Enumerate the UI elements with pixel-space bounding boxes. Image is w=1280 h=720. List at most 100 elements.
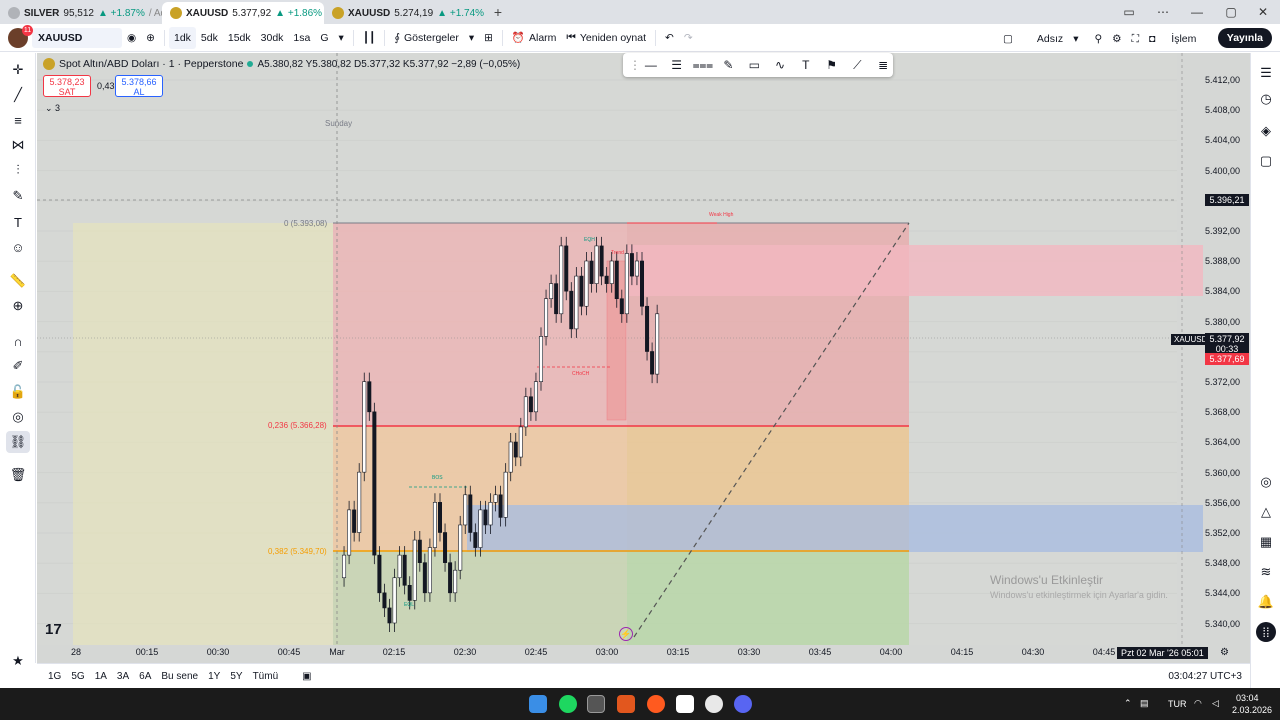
tradingview-icon[interactable]: [676, 695, 694, 713]
range-button[interactable]: 3A: [112, 671, 134, 682]
range-button[interactable]: 1Y: [203, 671, 225, 682]
new-tab-button[interactable]: +: [486, 4, 510, 20]
ideas-icon[interactable]: △: [1256, 502, 1276, 522]
replay-button[interactable]: ⏮ Yeniden oynat: [561, 27, 651, 49]
layout-icon[interactable]: ▢: [998, 28, 1018, 50]
emoji-icon[interactable]: ☺: [6, 236, 30, 258]
horizontal-line-icon[interactable]: —: [641, 58, 661, 72]
range-button[interactable]: 5Y: [225, 671, 247, 682]
chevron-down-icon[interactable]: ▾: [1068, 28, 1083, 50]
tradingview-logo[interactable]: 17: [45, 621, 62, 638]
trade-button[interactable]: İşlem: [1166, 28, 1201, 50]
brave-icon[interactable]: [647, 695, 665, 713]
chart-pane[interactable]: Spot Altın/ABD Doları · 1 · Pepperstone …: [37, 53, 1250, 663]
undo-icon[interactable]: ↶: [660, 27, 679, 49]
symbol-search[interactable]: XAUUSD: [32, 27, 122, 48]
brush-icon[interactable]: ⟋: [847, 58, 867, 73]
text-icon[interactable]: T: [796, 58, 816, 72]
ruler-icon[interactable]: 📏: [6, 270, 30, 292]
lock-icon[interactable]: 🔓: [6, 381, 30, 403]
link-icon[interactable]: ⛓: [6, 431, 30, 453]
rectangle-icon[interactable]: ▭: [744, 58, 764, 72]
range-button[interactable]: Tümü: [248, 671, 284, 682]
indicators-button[interactable]: ⨕ Göstergeler: [389, 27, 463, 49]
range-button[interactable]: 6A: [134, 671, 156, 682]
pen-icon[interactable]: ✎: [719, 58, 739, 72]
target-icon[interactable]: ◎: [1256, 472, 1276, 492]
app-icon[interactable]: [617, 695, 635, 713]
watchlist-icon[interactable]: ☰: [1256, 63, 1276, 83]
more-tools-icon[interactable]: ≣: [873, 58, 893, 72]
compare-add-icon[interactable]: ⊕: [141, 27, 160, 49]
taskbar-time[interactable]: 03:04: [1236, 693, 1259, 703]
alerts-clock-icon[interactable]: ◷: [1256, 89, 1276, 109]
volume-icon[interactable]: ◁: [1212, 698, 1219, 709]
interval-5m[interactable]: 5dk: [196, 27, 223, 49]
range-button[interactable]: 1G: [43, 671, 66, 682]
watch-icon[interactable]: ◉: [122, 27, 141, 49]
settings-icon[interactable]: ⚙: [1107, 28, 1126, 50]
layout-name[interactable]: Adsız: [1032, 28, 1068, 50]
indicators-toggle[interactable]: ⌄ 3: [45, 103, 60, 114]
utc-clock[interactable]: 03:04:27 UTC+3: [1168, 671, 1242, 682]
chevron-down-icon[interactable]: ▾: [334, 27, 349, 49]
fullscreen-icon[interactable]: ⛶: [1127, 28, 1144, 50]
network-icon[interactable]: ▤: [1140, 698, 1149, 709]
text-tool-icon[interactable]: T: [6, 211, 30, 233]
interval-30m[interactable]: 30dk: [256, 27, 289, 49]
settings-icon[interactable]: ⚙: [1220, 647, 1229, 658]
trendline-icon[interactable]: ╱: [6, 84, 30, 106]
browser-tab-silver[interactable]: SILVER 95,512 ▲ +1.87% / Ad: [0, 2, 162, 24]
go-to-date-icon[interactable]: ▣: [297, 671, 316, 682]
split-view-icon[interactable]: ▭: [1112, 0, 1146, 24]
browser-tab-xauusd-1[interactable]: XAUUSD 5.377,92 ▲ +1.86% ✕: [162, 2, 324, 24]
spotify-icon[interactable]: [559, 695, 577, 713]
forecast-tool-icon[interactable]: ⫶: [6, 159, 30, 181]
flash-icon[interactable]: ⚡: [619, 627, 633, 641]
tradingview-app-icon[interactable]: [587, 695, 605, 713]
browser-tab-xauusd-2[interactable]: XAUUSD 5.274,19 ▲ +1.74% ✕: [324, 2, 486, 24]
taskbar-date[interactable]: 2.03.2026: [1232, 705, 1272, 715]
legend-title[interactable]: Spot Altın/ABD Doları · 1 · Pepperstone: [59, 58, 243, 70]
windows-start-icon[interactable]: [529, 695, 547, 713]
stay-drawing-icon[interactable]: ✐: [6, 355, 30, 377]
stream-icon[interactable]: ≋: [1256, 562, 1276, 582]
eye-icon[interactable]: ◎: [6, 406, 30, 428]
tray-chevron-icon[interactable]: ⌃: [1124, 698, 1132, 709]
layers-icon[interactable]: ◈: [1256, 121, 1276, 141]
discord-icon[interactable]: [734, 695, 752, 713]
parallel-channel-icon[interactable]: ⩶: [693, 58, 714, 73]
maximize-button[interactable]: ▢: [1214, 0, 1248, 24]
pattern-tool-icon[interactable]: ⋈: [6, 134, 30, 156]
app-icon[interactable]: [705, 695, 723, 713]
fib-tool-icon[interactable]: ≡: [6, 109, 30, 131]
chevron-down-icon[interactable]: ▾: [464, 27, 479, 49]
wifi-icon[interactable]: ◠: [1194, 698, 1202, 709]
minimize-button[interactable]: —: [1180, 0, 1214, 24]
sell-button[interactable]: 5.378,23 SAT: [43, 75, 91, 97]
avatar[interactable]: 11: [8, 24, 33, 48]
flag-icon[interactable]: ⚑: [822, 58, 842, 72]
alarm-button[interactable]: ⏰ Alarm: [507, 27, 562, 49]
zoom-icon[interactable]: ⊕: [6, 295, 30, 317]
calendar-icon[interactable]: ▦: [1256, 532, 1276, 552]
range-button[interactable]: Bu sene: [156, 671, 203, 682]
fib-retracement-icon[interactable]: ☰: [667, 58, 687, 72]
redo-icon[interactable]: ↷: [679, 27, 698, 49]
trash-icon[interactable]: 🗑: [6, 464, 30, 486]
brush-icon[interactable]: ✎: [6, 185, 30, 207]
interval-1d[interactable]: G: [315, 27, 333, 49]
range-button[interactable]: 5G: [66, 671, 89, 682]
star-icon[interactable]: ★: [6, 650, 30, 672]
apps-grid-icon[interactable]: ⁞⁞: [1256, 622, 1276, 642]
menu-icon[interactable]: ⋯: [1146, 0, 1180, 24]
crosshair-icon[interactable]: ✛: [6, 59, 30, 81]
range-button[interactable]: 1A: [90, 671, 112, 682]
interval-1m[interactable]: 1dk: [168, 26, 196, 49]
buy-button[interactable]: 5.378,66 AL: [115, 75, 163, 97]
notification-bell-icon[interactable]: 🔔: [1256, 592, 1276, 612]
publish-button[interactable]: Yayınla: [1217, 28, 1272, 48]
quick-search-icon[interactable]: ⚲: [1089, 28, 1107, 50]
window-close-button[interactable]: ✕: [1246, 0, 1280, 24]
chat-icon[interactable]: ▢: [1256, 151, 1276, 171]
